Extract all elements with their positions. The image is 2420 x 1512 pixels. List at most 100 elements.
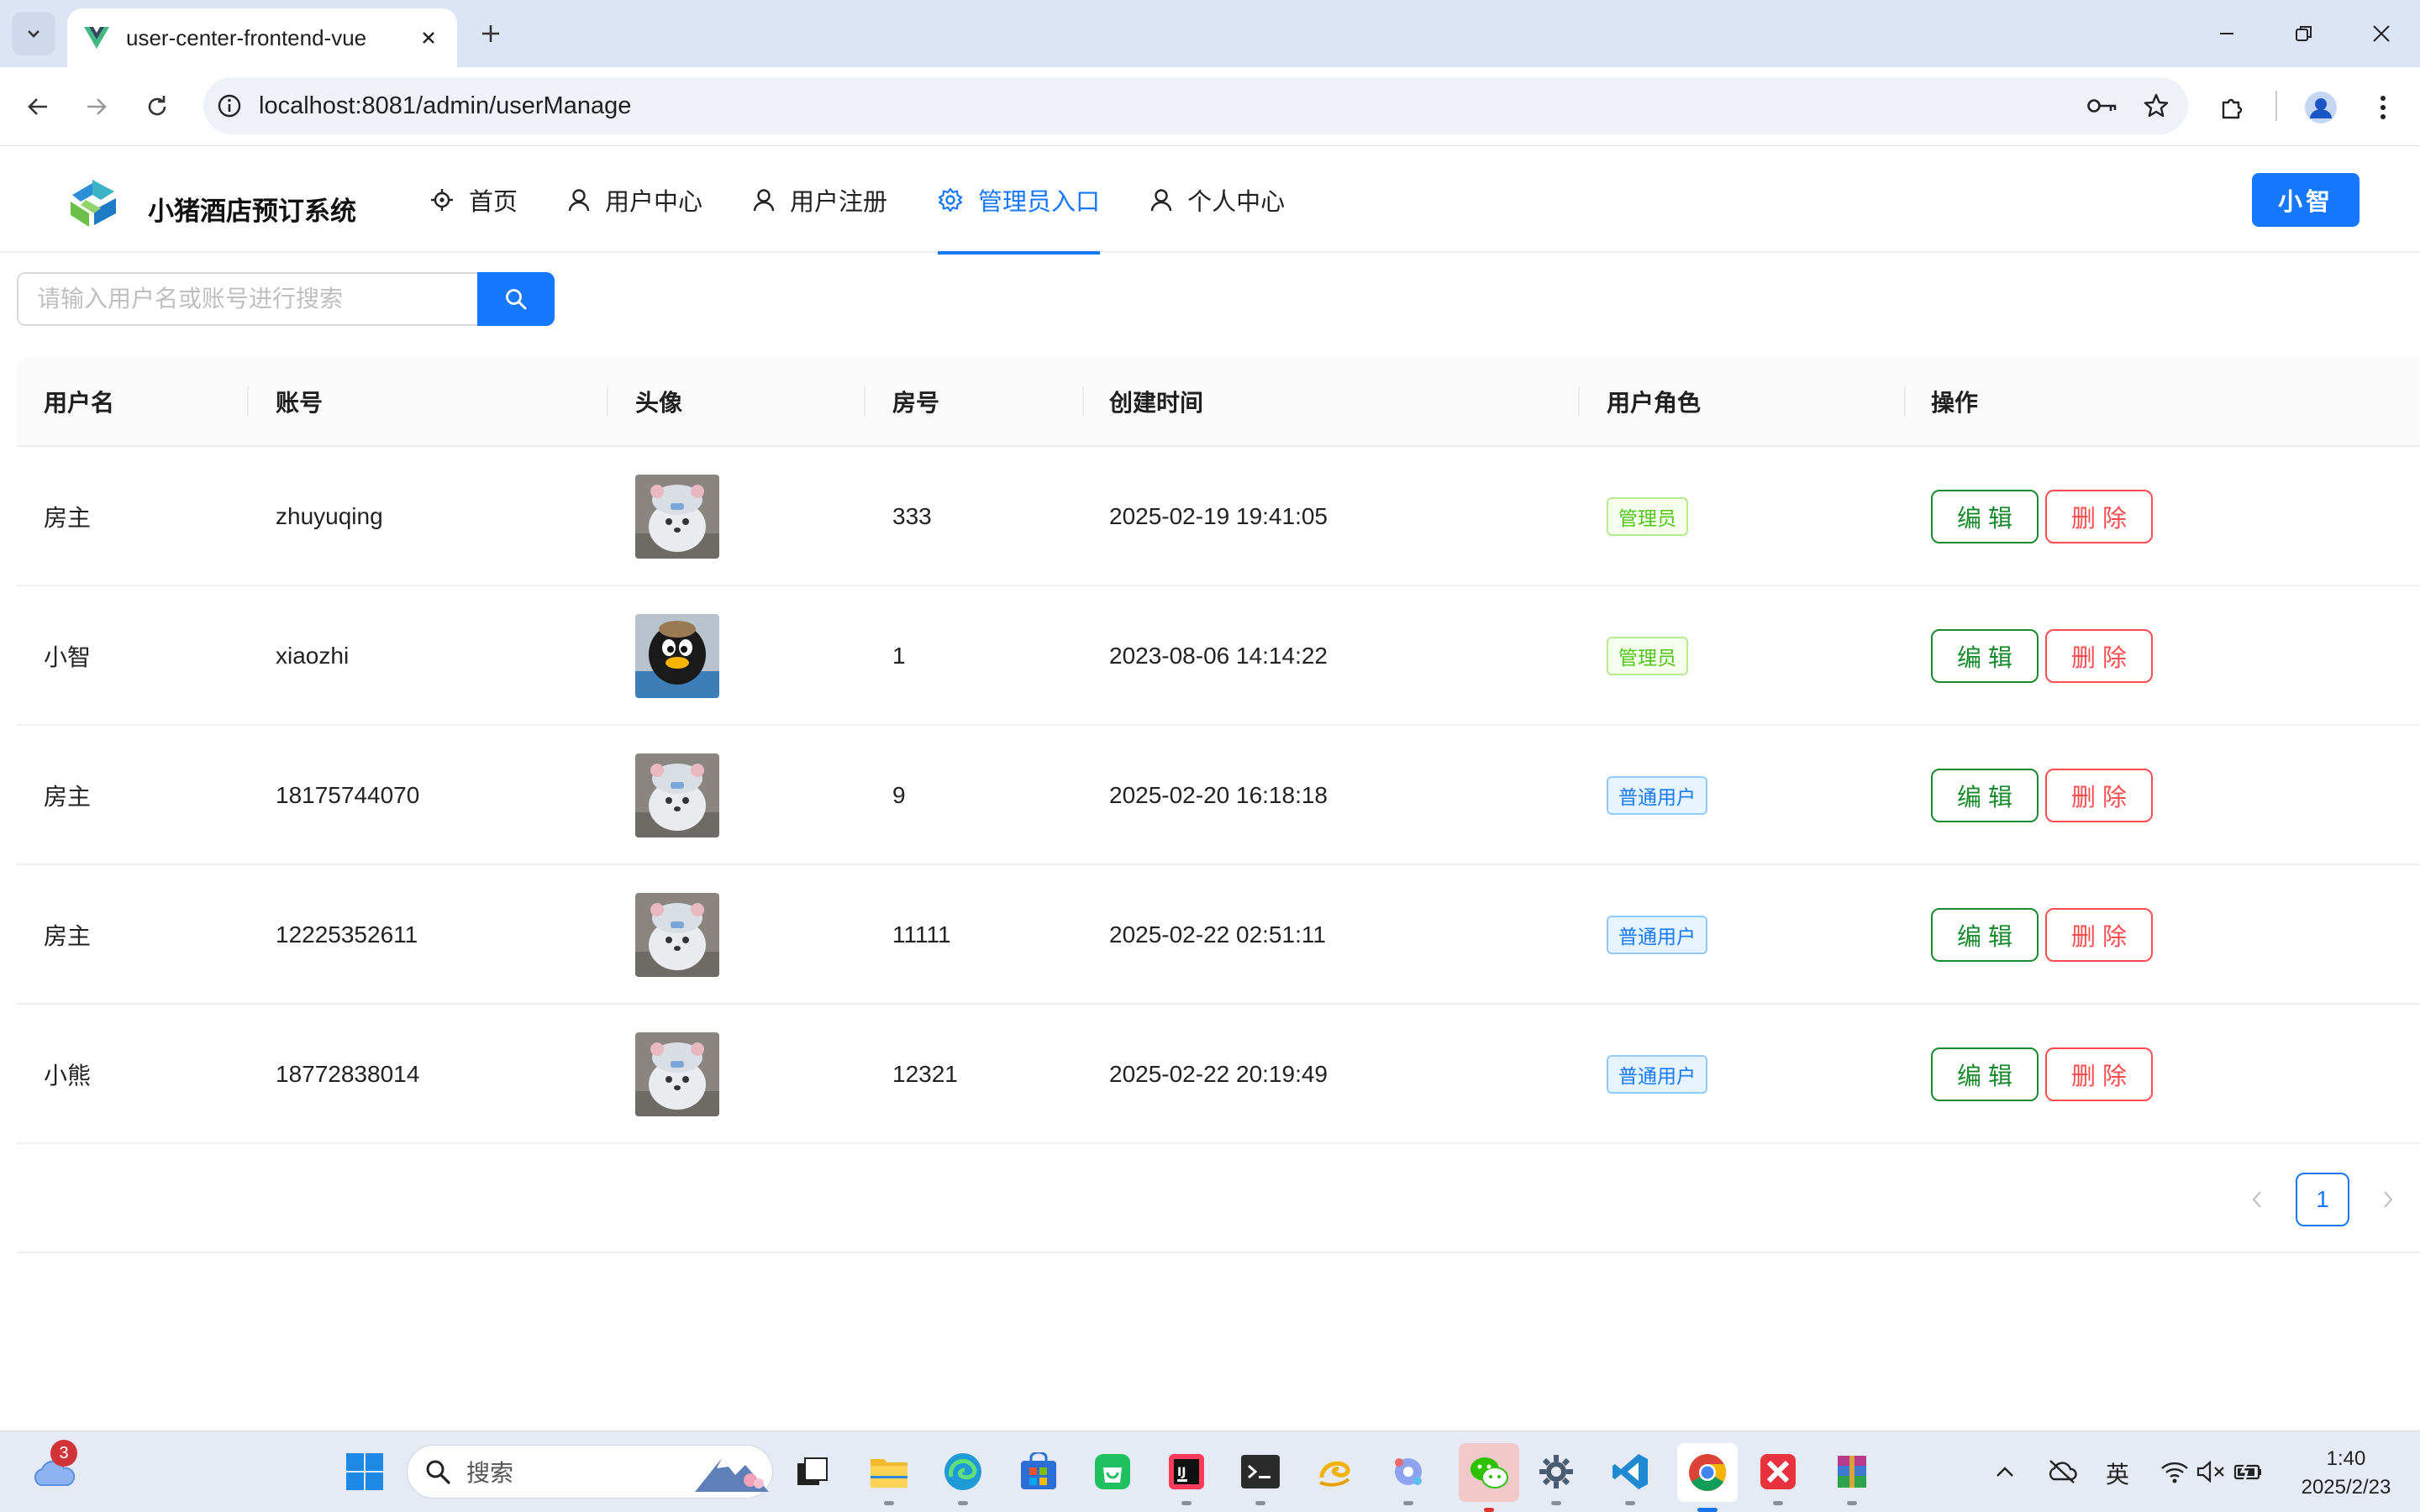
chevron-right-icon — [2384, 1191, 2393, 1208]
edit-button[interactable]: 编辑 — [1931, 1047, 2039, 1101]
menu-item-user-center[interactable]: 用户中心 — [543, 146, 728, 253]
restore-icon — [2296, 26, 2312, 41]
menu-item-register[interactable]: 用户注册 — [728, 146, 913, 253]
plus-icon — [482, 25, 499, 42]
new-tab-button[interactable] — [472, 15, 509, 52]
restore-button[interactable] — [2279, 12, 2329, 55]
plush-avatar-image[interactable] — [635, 1032, 719, 1116]
windows-start-icon[interactable] — [341, 1448, 388, 1495]
menu-item-label: 管理员入口 — [978, 188, 1101, 216]
tab-search-button[interactable] — [12, 12, 55, 55]
delete-button[interactable]: 删除 — [2045, 490, 2153, 543]
browser-tabstrip: user-center-frontend-vue — [0, 0, 2420, 67]
cell-account: 18772838014 — [276, 1061, 420, 1087]
search-button[interactable] — [477, 272, 555, 326]
browser-tab-active[interactable]: user-center-frontend-vue — [67, 8, 457, 67]
tray-overflow-icon[interactable] — [1988, 1448, 2022, 1495]
delete-button[interactable]: 删除 — [2045, 769, 2153, 822]
prev-page-button[interactable] — [2230, 1173, 2284, 1226]
back-button[interactable] — [17, 86, 59, 128]
edit-button[interactable]: 编辑 — [1931, 908, 2039, 962]
file-explorer-icon[interactable] — [865, 1448, 913, 1505]
plush-avatar-image[interactable] — [635, 753, 719, 837]
system-settings-icon[interactable] — [1533, 1448, 1580, 1505]
volume-muted-icon[interactable] — [2193, 1448, 2230, 1495]
search-icon — [426, 1460, 450, 1484]
delete-button[interactable]: 删除 — [2045, 908, 2153, 962]
page-number-current[interactable]: 1 — [2296, 1173, 2349, 1226]
winrar-icon[interactable] — [1828, 1448, 1876, 1505]
more-menu-icon[interactable] — [2361, 86, 2405, 129]
cell-role: 普通用户 — [1607, 1005, 1707, 1144]
address-bar[interactable]: localhost:8081/admin/userManage — [203, 77, 2188, 134]
cell-account: 18175744070 — [276, 782, 420, 808]
cell-created: 2023-08-06 14:14:22 — [1109, 643, 1328, 669]
running-indicator — [1255, 1501, 1265, 1505]
extensions-icon[interactable] — [2210, 86, 2254, 129]
menu-item-label: 用户注册 — [790, 188, 888, 216]
cell-role: 普通用户 — [1607, 726, 1707, 865]
url-text[interactable]: localhost:8081/admin/userManage — [259, 92, 2081, 120]
table-row: 房主 zhuyuqing 333 2025-02-19 19:41:05 管理员… — [17, 447, 2420, 586]
onedrive-offline-icon[interactable] — [2044, 1448, 2081, 1495]
table-row: 小熊 18772838014 12321 2025-02-22 20:19:49… — [17, 1005, 2420, 1144]
ime-indicator[interactable]: 英 — [2106, 1457, 2129, 1490]
current-user-button[interactable]: 小智 — [2252, 173, 2360, 227]
edge-browser-icon[interactable] — [939, 1448, 986, 1505]
shopping-bag-app-icon[interactable] — [1089, 1448, 1136, 1495]
running-indicator — [1484, 1508, 1494, 1512]
plush-avatar-image[interactable] — [635, 893, 719, 977]
search-input[interactable] — [17, 272, 477, 326]
edit-button[interactable]: 编辑 — [1931, 769, 2039, 822]
cell-username: 房主 — [44, 923, 92, 949]
app-logo-icon[interactable] — [64, 176, 123, 235]
plush-avatar-image[interactable] — [635, 475, 719, 559]
task-view-icon[interactable] — [788, 1448, 835, 1495]
vscode-icon[interactable] — [1607, 1448, 1654, 1505]
password-key-icon[interactable] — [2081, 84, 2124, 128]
battery-icon[interactable] — [2230, 1448, 2267, 1495]
menu-item-home[interactable]: 首页 — [405, 146, 543, 253]
intellij-idea-icon[interactable]: IJ — [1163, 1448, 1210, 1505]
cell-username: 房主 — [44, 505, 92, 531]
delete-button[interactable]: 删除 — [2045, 1047, 2153, 1101]
swirl-app-icon[interactable] — [1311, 1448, 1358, 1495]
tab-close-icon[interactable] — [412, 21, 445, 55]
running-indicator — [958, 1501, 968, 1505]
taskbar-clock[interactable]: 1:40 2025/2/23 — [2287, 1445, 2405, 1502]
reload-button[interactable] — [136, 86, 178, 128]
terminal-icon[interactable] — [1237, 1448, 1284, 1505]
penguin-avatar-image[interactable] — [635, 614, 719, 698]
profile-avatar-icon[interactable] — [2299, 86, 2343, 129]
wechat-icon[interactable] — [1459, 1443, 1519, 1512]
taskbar-search[interactable]: 搜索 — [407, 1445, 773, 1499]
edit-button[interactable]: 编辑 — [1931, 629, 2039, 683]
wifi-icon[interactable] — [2156, 1448, 2193, 1495]
menu-item-profile[interactable]: 个人中心 — [1125, 146, 1310, 253]
column-divider — [1082, 386, 1084, 417]
app-brand-title[interactable]: 小猪酒店预订系统 — [148, 190, 356, 228]
cell-account: zhuyuqing — [276, 503, 383, 529]
microsoft-store-icon[interactable] — [1015, 1448, 1062, 1495]
chrome-icon[interactable] — [1677, 1443, 1738, 1512]
forward-button[interactable] — [76, 86, 118, 128]
xmind-icon[interactable] — [1754, 1448, 1802, 1505]
column-divider — [864, 386, 865, 417]
running-indicator — [1773, 1501, 1783, 1505]
chevron-left-icon — [2252, 1191, 2261, 1208]
edit-button[interactable]: 编辑 — [1931, 490, 2039, 543]
column-header-avatar: 头像 — [635, 390, 683, 416]
site-info-icon[interactable] — [215, 92, 244, 120]
close-window-button[interactable] — [2356, 12, 2407, 55]
bookmark-star-icon[interactable] — [2134, 84, 2178, 128]
column-divider — [607, 386, 608, 417]
minimize-button[interactable] — [2202, 12, 2252, 55]
cell-room: 1 — [892, 643, 906, 669]
menu-item-admin[interactable]: 管理员入口 — [913, 146, 1125, 255]
taskbar-search-label: 搜索 — [466, 1460, 514, 1486]
cell-role: 普通用户 — [1607, 865, 1707, 1005]
cell-created: 2025-02-22 20:19:49 — [1109, 1061, 1328, 1087]
next-page-button[interactable] — [2361, 1173, 2415, 1226]
settings-paint-icon[interactable] — [1385, 1448, 1432, 1505]
delete-button[interactable]: 删除 — [2045, 629, 2153, 683]
